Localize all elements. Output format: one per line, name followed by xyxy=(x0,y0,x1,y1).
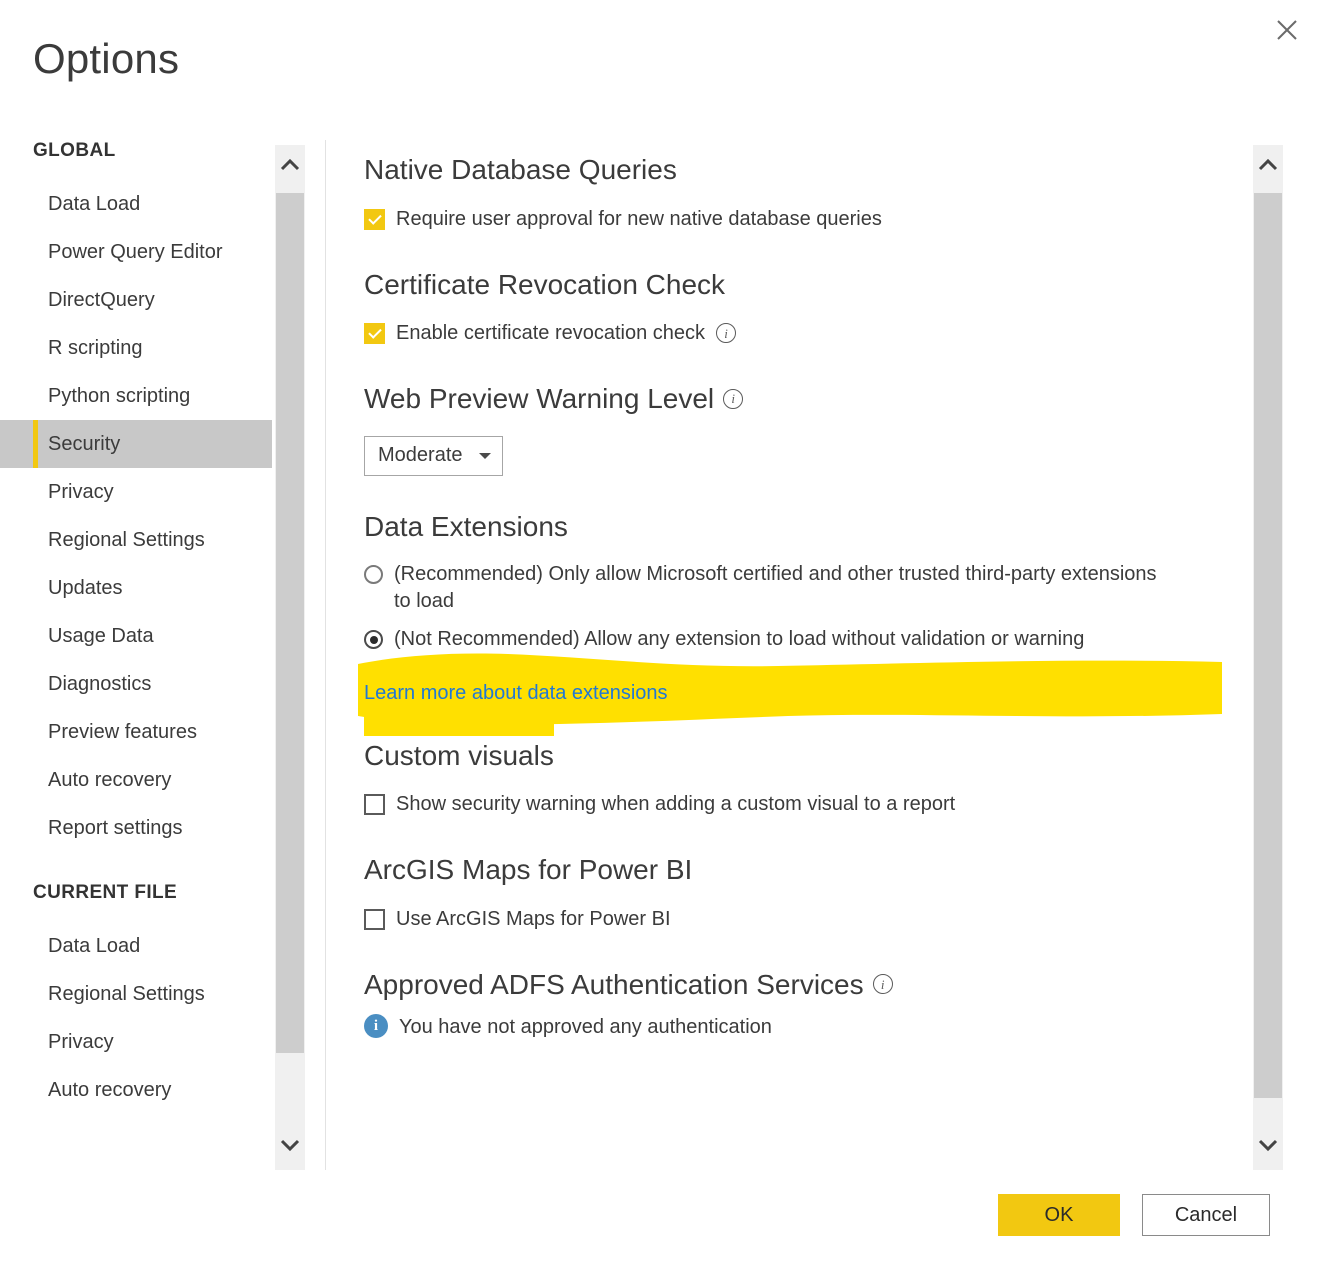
sidebar-item-privacy[interactable]: Privacy xyxy=(0,468,272,516)
content-scroll-thumb[interactable] xyxy=(1254,193,1282,1098)
not-recommended-extensions-radio[interactable] xyxy=(364,630,383,649)
use-arcgis-maps-label: Use ArcGIS Maps for Power BI xyxy=(396,906,671,933)
dropdown-selected-value: Moderate xyxy=(378,444,463,467)
sidebar-item-label: R scripting xyxy=(48,337,142,360)
sidebar-item-label: Preview features xyxy=(48,721,197,744)
enable-certificate-revocation-checkbox[interactable] xyxy=(364,323,385,344)
custom-visual-warning-row[interactable]: Show security warning when adding a cust… xyxy=(364,791,1244,818)
sidebar-item-preview-features[interactable]: Preview features xyxy=(0,708,272,756)
sidebar-item-label: Updates xyxy=(48,577,123,600)
show-security-warning-checkbox[interactable] xyxy=(364,794,385,815)
section-heading-data-extensions: Data Extensions xyxy=(364,510,1244,544)
learn-more-data-extensions-link[interactable]: Learn more about data extensions xyxy=(364,682,668,704)
content-scrollbar[interactable] xyxy=(1253,145,1283,1170)
sidebar-content-divider xyxy=(325,140,326,1170)
sidebar-group-heading-global: GLOBAL xyxy=(0,140,272,162)
native-db-approval-row[interactable]: Require user approval for new native dat… xyxy=(364,206,1244,233)
sidebar-item-label: DirectQuery xyxy=(48,289,155,312)
chevron-up-icon xyxy=(280,158,300,176)
web-preview-warning-level-dropdown[interactable]: Moderate xyxy=(364,436,503,476)
section-heading-approved-adfs: Approved ADFS Authentication Services i xyxy=(364,968,1244,1002)
adfs-status-row: i You have not approved any authenticati… xyxy=(364,1013,1244,1041)
use-arcgis-maps-checkbox[interactable] xyxy=(364,909,385,930)
sidebar-item-auto-recovery[interactable]: Auto recovery xyxy=(0,756,272,804)
sidebar-item-label: Data Load xyxy=(48,193,140,216)
dialog-footer: OK Cancel xyxy=(0,1172,1320,1272)
content-scroll-up-button[interactable] xyxy=(1253,145,1283,189)
section-heading-custom-visuals: Custom visuals xyxy=(364,739,1244,773)
sidebar-item-data-load[interactable]: Data Load xyxy=(0,180,272,228)
sidebar-item-label: Diagnostics xyxy=(48,673,151,696)
settings-content-panel: Native Database Queries Require user app… xyxy=(364,145,1244,1170)
sidebar-item-label: Auto recovery xyxy=(48,1079,171,1102)
ok-button[interactable]: OK xyxy=(998,1194,1120,1236)
info-icon[interactable]: i xyxy=(723,389,743,409)
chevron-down-icon xyxy=(280,1139,300,1157)
sidebar-item-label: Security xyxy=(48,433,120,456)
sidebar-navigation: GLOBAL Data Load Power Query Editor Dire… xyxy=(0,140,272,1170)
sidebar-item-updates[interactable]: Updates xyxy=(0,564,272,612)
sidebar-item-security[interactable]: Security xyxy=(0,420,272,468)
certificate-revocation-row[interactable]: Enable certificate revocation check i xyxy=(364,320,1244,347)
sidebar-item-label: Regional Settings xyxy=(48,983,205,1006)
sidebar-item-current-privacy[interactable]: Privacy xyxy=(0,1018,272,1066)
data-extension-option-not-recommended[interactable]: (Not Recommended) Allow any extension to… xyxy=(364,626,1164,653)
sidebar-item-power-query-editor[interactable]: Power Query Editor xyxy=(0,228,272,276)
sidebar-item-label: Usage Data xyxy=(48,625,154,648)
sidebar-item-diagnostics[interactable]: Diagnostics xyxy=(0,660,272,708)
sidebar-scroll-up-button[interactable] xyxy=(275,145,305,189)
show-security-warning-label: Show security warning when adding a cust… xyxy=(396,791,955,818)
sidebar-scroll-thumb[interactable] xyxy=(276,193,304,1053)
info-filled-icon: i xyxy=(364,1014,388,1038)
chevron-down-icon xyxy=(1258,1139,1278,1157)
sidebar-item-label: Privacy xyxy=(48,1031,114,1054)
sidebar-scroll-track[interactable] xyxy=(275,189,305,1126)
sidebar-group-heading-current-file: CURRENT FILE xyxy=(0,882,272,904)
info-icon[interactable]: i xyxy=(716,323,736,343)
sidebar-scroll-down-button[interactable] xyxy=(275,1126,305,1170)
chevron-down-icon xyxy=(479,453,491,459)
arcgis-maps-row[interactable]: Use ArcGIS Maps for Power BI xyxy=(364,906,1244,933)
sidebar-item-r-scripting[interactable]: R scripting xyxy=(0,324,272,372)
page-title: Options xyxy=(33,38,179,80)
section-heading-web-preview-warning-level: Web Preview Warning Level i xyxy=(364,382,1244,416)
sidebar-scrollbar[interactable] xyxy=(275,145,305,1170)
sidebar-item-label: Python scripting xyxy=(48,385,190,408)
require-approval-label: Require user approval for new native dat… xyxy=(396,206,882,233)
require-approval-checkbox[interactable] xyxy=(364,209,385,230)
not-recommended-extensions-label: (Not Recommended) Allow any extension to… xyxy=(394,626,1084,653)
close-icon xyxy=(1274,17,1300,43)
sidebar-item-report-settings[interactable]: Report settings xyxy=(0,804,272,852)
chevron-up-icon xyxy=(1258,158,1278,176)
sidebar-item-label: Data Load xyxy=(48,935,140,958)
sidebar-item-current-auto-recovery[interactable]: Auto recovery xyxy=(0,1066,272,1114)
section-heading-certificate-revocation-check: Certificate Revocation Check xyxy=(364,268,1244,302)
recommended-extensions-radio[interactable] xyxy=(364,565,383,584)
cancel-button[interactable]: Cancel xyxy=(1142,1194,1270,1236)
enable-certificate-revocation-label: Enable certificate revocation check xyxy=(396,320,705,347)
options-dialog: Options GLOBAL Data Load Power Query Edi… xyxy=(0,0,1320,1272)
sidebar-item-label: Report settings xyxy=(48,817,183,840)
adfs-status-text: You have not approved any authentication xyxy=(399,1014,772,1041)
sidebar-item-label: Power Query Editor xyxy=(48,241,223,264)
sidebar-item-regional-settings[interactable]: Regional Settings xyxy=(0,516,272,564)
sidebar-item-directquery[interactable]: DirectQuery xyxy=(0,276,272,324)
sidebar-item-current-data-load[interactable]: Data Load xyxy=(0,922,272,970)
section-heading-arcgis-maps: ArcGIS Maps for Power BI xyxy=(364,853,1244,887)
sidebar-item-current-regional-settings[interactable]: Regional Settings xyxy=(0,970,272,1018)
content-scroll-track[interactable] xyxy=(1253,189,1283,1126)
sidebar-item-label: Privacy xyxy=(48,481,114,504)
info-icon[interactable]: i xyxy=(873,974,893,994)
sidebar-item-label: Regional Settings xyxy=(48,529,205,552)
recommended-extensions-label: (Recommended) Only allow Microsoft certi… xyxy=(394,561,1164,615)
close-button[interactable] xyxy=(1264,8,1310,52)
data-extension-option-recommended[interactable]: (Recommended) Only allow Microsoft certi… xyxy=(364,561,1164,615)
sidebar-item-label: Auto recovery xyxy=(48,769,171,792)
sidebar-item-usage-data[interactable]: Usage Data xyxy=(0,612,272,660)
section-heading-native-database-queries: Native Database Queries xyxy=(364,153,1244,187)
sidebar-item-python-scripting[interactable]: Python scripting xyxy=(0,372,272,420)
content-scroll-down-button[interactable] xyxy=(1253,1126,1283,1170)
